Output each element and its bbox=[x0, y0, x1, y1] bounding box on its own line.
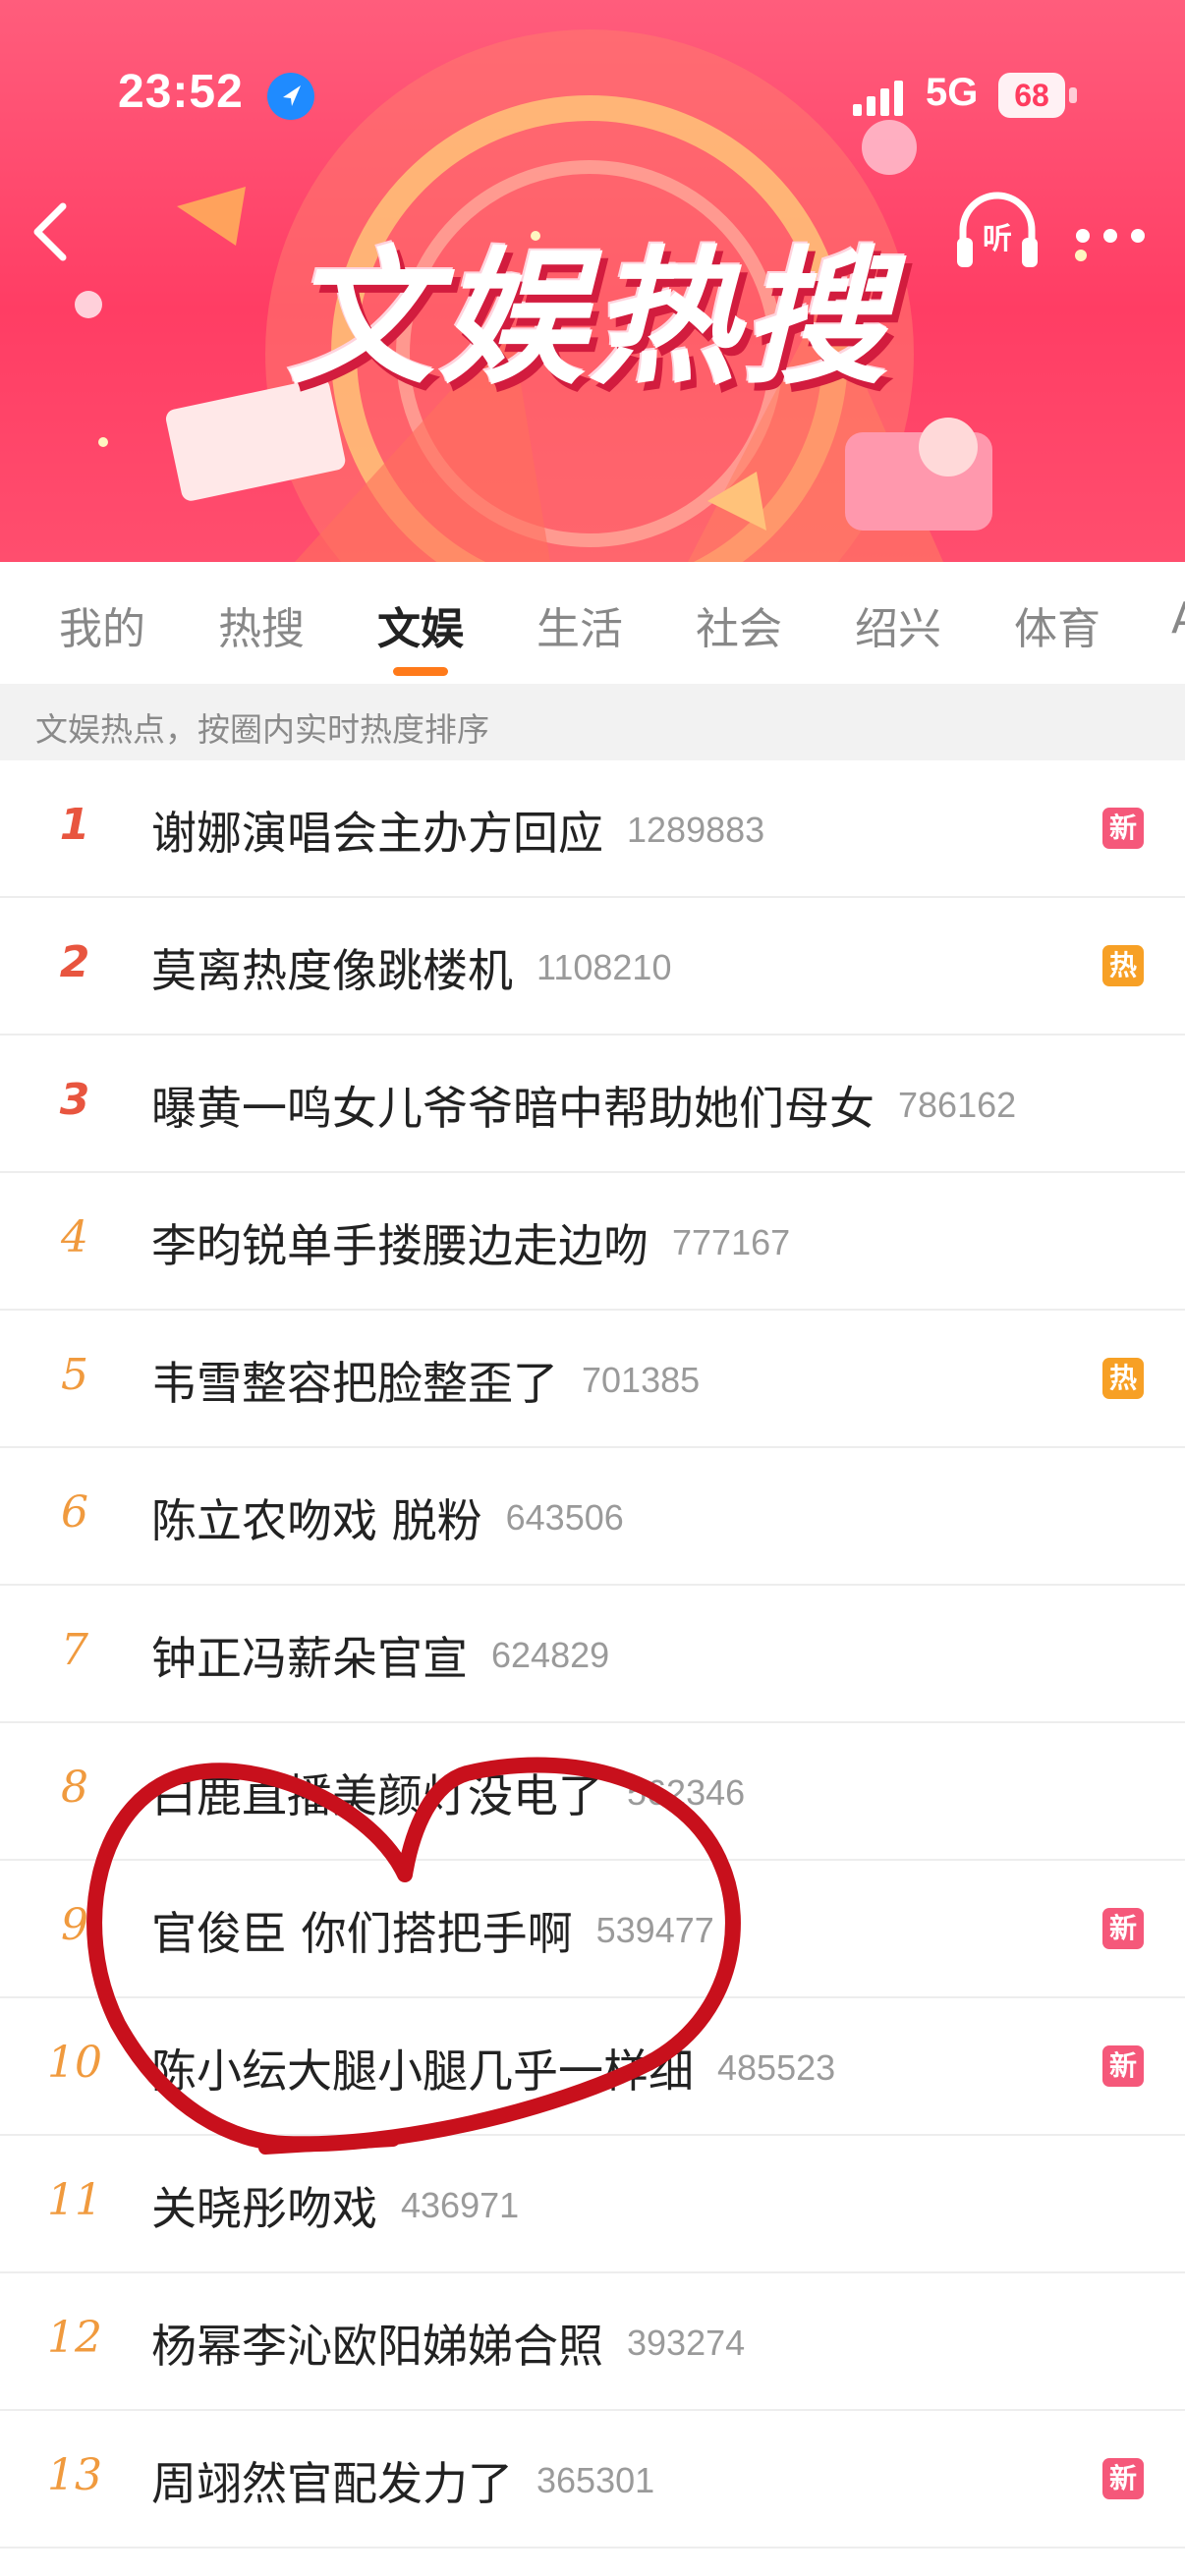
heat-count: 624829 bbox=[491, 1635, 610, 1675]
rank-number: 13 bbox=[47, 2450, 102, 2500]
back-button[interactable] bbox=[24, 193, 83, 271]
rank-number: 10 bbox=[47, 2038, 102, 2088]
list-item[interactable]: 13 周翊然官配发力了 365301 新 bbox=[0, 2411, 1185, 2548]
heat-count: 393274 bbox=[627, 2323, 746, 2363]
heat-count: 1108210 bbox=[536, 947, 672, 987]
topic-line: 白鹿直播美颜灯没电了 562346 bbox=[151, 1761, 745, 1825]
listen-label: 听 bbox=[983, 222, 1012, 256]
list-item[interactable]: 11 关晓彤吻戏 436971 bbox=[0, 2136, 1185, 2273]
heat-count: 777167 bbox=[672, 1222, 791, 1262]
tab-life[interactable]: 生活 bbox=[536, 593, 623, 656]
list-item[interactable]: 12 杨幂李沁欧阳娣娣合照 393274 bbox=[0, 2273, 1185, 2411]
heat-count: 365301 bbox=[536, 2460, 655, 2500]
tab-partial-next[interactable]: A bbox=[1171, 593, 1185, 644]
tab-mine[interactable]: 我的 bbox=[59, 593, 145, 656]
ranking-notice: 文娱热点，按圈内实时热度排序 bbox=[0, 684, 1185, 760]
headphones-icon[interactable]: 听 bbox=[953, 187, 1042, 275]
heat-count: 1289883 bbox=[627, 810, 765, 850]
topic-title[interactable]: 莫离热度像跳楼机 bbox=[151, 944, 513, 997]
rank-number: 5 bbox=[61, 1350, 88, 1400]
rank-number: 2 bbox=[59, 937, 90, 987]
signal-icon bbox=[853, 81, 903, 116]
heat-count: 643506 bbox=[505, 1497, 624, 1538]
header-banner: 23:52 5G 68 听 文娱热搜 bbox=[0, 0, 1185, 562]
tab-sports[interactable]: 体育 bbox=[1014, 593, 1100, 656]
list-item[interactable]: 7 钟正冯薪朵官宣 624829 bbox=[0, 1586, 1185, 1723]
topic-line: 陈立农吻戏 脱粉 643506 bbox=[151, 1485, 624, 1550]
list-item[interactable]: 1 谢娜演唱会主办方回应 1289883 新 bbox=[0, 760, 1185, 898]
list-item[interactable]: 3 曝黄一鸣女儿爷爷暗中帮助她们母女 786162 bbox=[0, 1036, 1185, 1173]
rank-number: 3 bbox=[59, 1075, 90, 1125]
topic-line: 关晓彤吻戏 436971 bbox=[151, 2173, 519, 2238]
topic-line: 李昀锐单手搂腰边走边吻 777167 bbox=[151, 1210, 790, 1275]
network-label: 5G bbox=[926, 71, 979, 114]
topic-line: 杨幂李沁欧阳娣娣合照 393274 bbox=[151, 2311, 745, 2376]
tab-entertainment[interactable]: 文娱 bbox=[377, 593, 464, 656]
topic-title[interactable]: 白鹿直播美颜灯没电了 bbox=[151, 1769, 603, 1822]
new-badge: 新 bbox=[1102, 1908, 1144, 1949]
topic-line: 周翊然官配发力了 365301 bbox=[151, 2448, 654, 2513]
topic-title[interactable]: 关晓彤吻戏 bbox=[151, 2182, 377, 2235]
rank-number: 12 bbox=[47, 2313, 102, 2363]
list-item[interactable]: 9 官俊臣 你们搭把手啊 539477 新 bbox=[0, 1861, 1185, 1998]
topic-title[interactable]: 周翊然官配发力了 bbox=[151, 2457, 513, 2510]
list-item[interactable]: 4 李昀锐单手搂腰边走边吻 777167 bbox=[0, 1173, 1185, 1311]
list-item[interactable]: 5 韦雪整容把脸整歪了 701385 热 bbox=[0, 1311, 1185, 1448]
hot-badge: 热 bbox=[1102, 1358, 1144, 1399]
list-item[interactable]: 2 莫离热度像跳楼机 1108210 热 bbox=[0, 898, 1185, 1036]
location-arrow-icon bbox=[267, 73, 314, 120]
topic-title[interactable]: 曝黄一鸣女儿爷爷暗中帮助她们母女 bbox=[151, 1082, 875, 1135]
topic-line: 陈小纭大腿小腿几乎一样细 485523 bbox=[151, 2036, 835, 2100]
topic-title[interactable]: 杨幂李沁欧阳娣娣合照 bbox=[151, 2320, 603, 2373]
rank-number: 8 bbox=[61, 1763, 88, 1813]
hot-badge: 热 bbox=[1102, 945, 1144, 986]
list-item[interactable]: 6 陈立农吻戏 脱粉 643506 bbox=[0, 1448, 1185, 1586]
topic-line: 曝黄一鸣女儿爷爷暗中帮助她们母女 786162 bbox=[151, 1073, 1016, 1138]
rank-number: 6 bbox=[61, 1487, 88, 1538]
banner-title: 文娱热搜 bbox=[286, 234, 892, 405]
battery-level: 68 bbox=[998, 73, 1065, 118]
topic-title[interactable]: 陈小纭大腿小腿几乎一样细 bbox=[151, 2044, 694, 2098]
heat-count: 701385 bbox=[582, 1360, 701, 1400]
heat-count: 786162 bbox=[898, 1085, 1017, 1125]
new-badge: 新 bbox=[1102, 2045, 1144, 2087]
heat-count: 436971 bbox=[401, 2185, 520, 2225]
list-item[interactable]: 10 陈小纭大腿小腿几乎一样细 485523 新 bbox=[0, 1998, 1185, 2136]
rank-number: 1 bbox=[59, 800, 90, 850]
topic-title[interactable]: 官俊臣 你们搭把手啊 bbox=[151, 1907, 573, 1960]
heat-count: 562346 bbox=[627, 1772, 746, 1813]
list-item[interactable]: 8 白鹿直播美颜灯没电了 562346 bbox=[0, 1723, 1185, 1861]
topic-title[interactable]: 李昀锐单手搂腰边走边吻 bbox=[151, 1219, 649, 1272]
topic-title[interactable]: 陈立农吻戏 脱粉 bbox=[151, 1494, 482, 1547]
rank-number: 9 bbox=[61, 1900, 88, 1950]
topic-line: 韦雪整容把脸整歪了 701385 bbox=[151, 1348, 700, 1413]
category-tabs: 我的 热搜 文娱 生活 社会 绍兴 体育 A bbox=[0, 562, 1185, 684]
new-badge: 新 bbox=[1102, 2458, 1144, 2499]
hot-search-list: 1 谢娜演唱会主办方回应 1289883 新 2 莫离热度像跳楼机 1108210 热 3 曝黄一… bbox=[0, 760, 1185, 2548]
topic-title[interactable]: 钟正冯薪朵官宣 bbox=[151, 1632, 468, 1685]
tab-society[interactable]: 社会 bbox=[696, 593, 782, 656]
heat-count: 485523 bbox=[717, 2047, 836, 2088]
topic-line: 谢娜演唱会主办方回应 1289883 bbox=[151, 798, 764, 863]
tab-shaoxing[interactable]: 绍兴 bbox=[855, 593, 941, 656]
topic-line: 钟正冯薪朵官宣 624829 bbox=[151, 1623, 609, 1688]
topic-line: 莫离热度像跳楼机 1108210 bbox=[151, 935, 671, 1000]
active-tab-indicator bbox=[393, 667, 448, 676]
rank-number: 11 bbox=[47, 2175, 102, 2225]
rank-number: 7 bbox=[61, 1625, 88, 1675]
tab-hot-search[interactable]: 热搜 bbox=[218, 593, 305, 656]
new-badge: 新 bbox=[1102, 808, 1144, 849]
rank-number: 4 bbox=[61, 1212, 88, 1262]
topic-line: 官俊臣 你们搭把手啊 539477 bbox=[151, 1898, 714, 1963]
more-dots-icon[interactable] bbox=[1071, 216, 1150, 255]
topic-title[interactable]: 谢娜演唱会主办方回应 bbox=[151, 807, 603, 860]
notice-text: 文娱热点，按圈内实时热度排序 bbox=[35, 710, 489, 749]
status-time: 23:52 bbox=[118, 66, 244, 118]
topic-title[interactable]: 韦雪整容把脸整歪了 bbox=[151, 1357, 558, 1410]
heat-count: 539477 bbox=[595, 1910, 714, 1950]
battery-icon: 68 bbox=[998, 73, 1079, 118]
